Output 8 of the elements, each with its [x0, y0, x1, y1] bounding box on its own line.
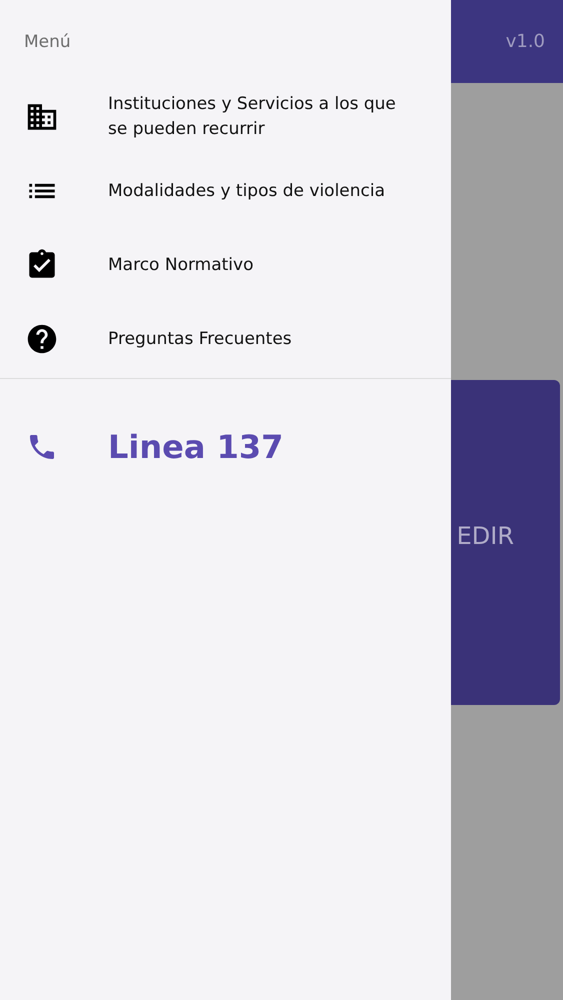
menu-item[interactable]: Instituciones y Servicios a los que se pueden recurrir [0, 80, 451, 154]
menu-item[interactable]: Preguntas Frecuentes [0, 302, 451, 376]
version-label: v1.0 [506, 31, 545, 52]
drawer-title: Menú [23, 31, 72, 54]
card-label: EDIR [456, 522, 514, 550]
menu-item[interactable]: Marco Normativo [0, 228, 451, 302]
help-icon [25, 322, 59, 356]
menu-item[interactable]: Modalidades y tipos de violencia [0, 154, 451, 228]
